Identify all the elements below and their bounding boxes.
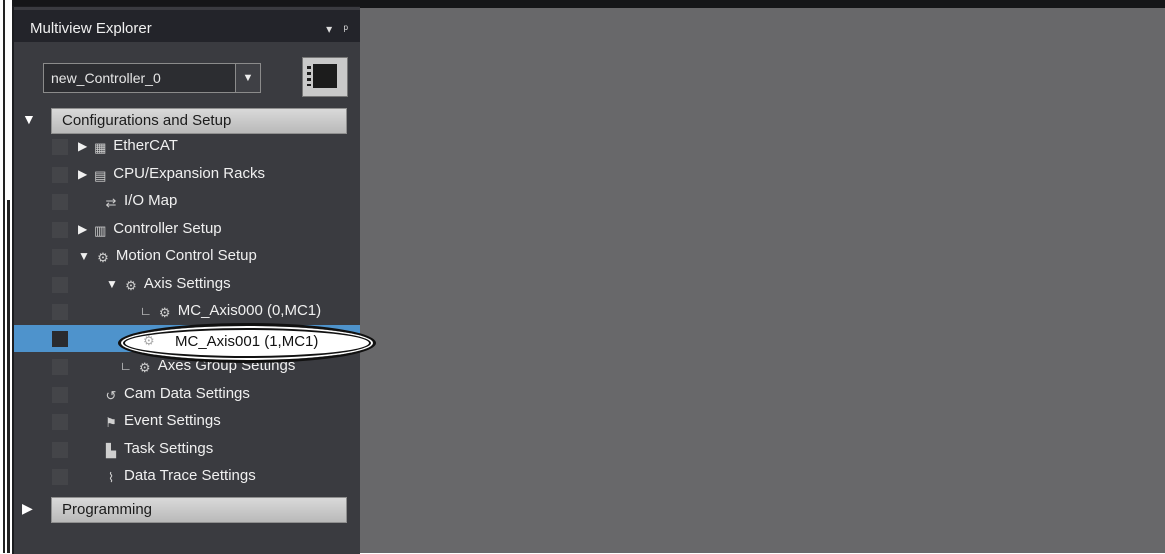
tree-item-content: ⌇ Data Trace Settings [98, 467, 262, 485]
explorer-title: Multiview Explorer [30, 20, 152, 37]
expand-triangle-icon[interactable]: ▼ [22, 111, 36, 127]
tree-item-content: ∟ ⚙ MC_Axis000 (0,MC1) [140, 302, 327, 320]
tree-item-content: ▙ Task Settings [98, 440, 219, 458]
tree-item-checkbox[interactable] [52, 331, 68, 347]
controller-device-icon[interactable] [302, 57, 348, 97]
axis-gear-icon: ⚙ [125, 278, 137, 293]
callout-label: MC_Axis001 (1,MC1) [175, 333, 319, 350]
tree-item-label: Data Trace Settings [124, 467, 256, 484]
explorer-title-bar: Multiview Explorer ▾ ᵖ [14, 10, 360, 42]
tree-item-checkbox[interactable] [52, 249, 68, 265]
expander-icon[interactable]: ▶ [78, 139, 87, 153]
tree-item-checkbox[interactable] [52, 469, 68, 485]
tree-item[interactable]: ▶ ▥ Controller Setup [14, 216, 360, 243]
task-icon: ▙ [106, 443, 116, 458]
tree-item-content: ▶ ▦ EtherCAT [78, 137, 184, 155]
left-splitter[interactable] [7, 200, 10, 553]
section-configurations-and-setup[interactable]: ▼ Configurations and Setup [14, 107, 360, 134]
axis-item-icon: ⚙ [158, 305, 171, 320]
tree-item-checkbox[interactable] [52, 387, 68, 403]
tree-item-checkbox[interactable] [52, 222, 68, 238]
tree-item[interactable]: ▙ Task Settings [14, 436, 360, 463]
tree-item-checkbox[interactable] [52, 414, 68, 430]
tree-item-label: Event Settings [124, 412, 221, 429]
tree-item-content: ↺ Cam Data Settings [98, 385, 256, 403]
ethercat-icon: ▦ [94, 140, 107, 155]
tree-item-checkbox[interactable] [52, 194, 68, 210]
left-border [3, 0, 5, 553]
tree-item-label: MC_Axis000 (0,MC1) [177, 302, 322, 319]
controller-setup-icon: ▥ [94, 223, 107, 238]
expander-icon[interactable]: ▼ [78, 249, 90, 263]
controller-dropdown[interactable]: new_Controller_0 ▼ [43, 63, 261, 93]
expander-icon[interactable]: ▼ [106, 277, 118, 291]
tree-item-content: ▶ ▥ Controller Setup [78, 220, 228, 238]
tree-item-label: Motion Control Setup [115, 247, 257, 264]
tree-item-checkbox[interactable] [52, 277, 68, 293]
tree-item-checkbox[interactable] [52, 359, 68, 375]
section-label: Programming [62, 501, 153, 518]
expander-icon[interactable]: ▶ [78, 167, 87, 181]
tree-item-content: ▶ ▤ CPU/Expansion Racks [78, 165, 271, 183]
cam-icon: ↺ [105, 388, 117, 403]
data-trace-icon: ⌇ [107, 470, 115, 485]
tree-item[interactable]: ⇄ I/O Map [14, 188, 360, 215]
expander-icon: ∟ [120, 359, 132, 373]
controller-dropdown-value: new_Controller_0 [51, 70, 161, 86]
multiview-explorer-panel: Multiview Explorer ▾ ᵖ new_Controller_0 … [12, 6, 360, 554]
tree-item-content: ⚑ Event Settings [98, 412, 227, 430]
tree-item[interactable]: ▶ ▤ CPU/Expansion Racks [14, 161, 360, 188]
tree-item-label: Task Settings [124, 440, 214, 457]
io-map-icon: ⇄ [105, 195, 117, 210]
collapse-triangle-icon[interactable]: ▶ [22, 500, 33, 517]
tree-item-label: Controller Setup [113, 220, 222, 237]
expander-icon[interactable]: ▶ [78, 222, 87, 236]
axes-group-icon: ⚙ [138, 360, 151, 375]
cpu-rack-icon: ▤ [94, 168, 107, 183]
tree-item-content: ▼ ⚙ Motion Control Setup [78, 247, 263, 265]
tree-item[interactable]: ▶ ▦ EtherCAT [14, 133, 360, 160]
expander-icon: ∟ [140, 304, 152, 318]
section-label: Configurations and Setup [62, 112, 232, 129]
tree-item-content: ▼ ⚙ Axis Settings [106, 275, 237, 293]
chevron-down-icon[interactable]: ▼ [235, 64, 260, 92]
tree-item[interactable]: ⌇ Data Trace Settings [14, 463, 360, 490]
tree-item-checkbox[interactable] [52, 304, 68, 320]
tree-item-label: Axis Settings [143, 275, 231, 292]
highlight-callout: ⚙ MC_Axis001 (1,MC1) [118, 323, 376, 363]
tree-item-label: EtherCAT [113, 137, 178, 154]
section-programming[interactable]: ▶ Programming [14, 496, 360, 523]
pin-icon[interactable]: ▾ ᵖ [326, 22, 352, 36]
application-window: Multiview Explorer ▾ ᵖ new_Controller_0 … [0, 0, 1165, 554]
tree-item[interactable]: ▼ ⚙ Motion Control Setup [14, 243, 360, 270]
tree-item[interactable]: ↺ Cam Data Settings [14, 381, 360, 408]
event-flag-icon: ⚑ [105, 415, 117, 430]
section-bar[interactable]: Programming [51, 497, 347, 523]
tree-item[interactable]: ∟ ⚙ MC_Axis000 (0,MC1) [14, 298, 360, 325]
motion-gear-icon: ⚙ [97, 250, 109, 265]
tree-item-content: ⇄ I/O Map [98, 192, 183, 210]
tree-item-label: CPU/Expansion Racks [113, 165, 265, 182]
editor-workspace[interactable] [360, 8, 1165, 553]
axis-item-icon: ⚙ [143, 333, 155, 348]
section-bar[interactable]: Configurations and Setup [51, 108, 347, 134]
tree-item-checkbox[interactable] [52, 442, 68, 458]
tree-item[interactable]: ⚑ Event Settings [14, 408, 360, 435]
tree-item[interactable]: ▼ ⚙ Axis Settings [14, 271, 360, 298]
tree-item-label: Cam Data Settings [124, 385, 250, 402]
tree-item-checkbox[interactable] [52, 167, 68, 183]
tree-item-checkbox[interactable] [52, 139, 68, 155]
tree-item-label: I/O Map [124, 192, 178, 209]
